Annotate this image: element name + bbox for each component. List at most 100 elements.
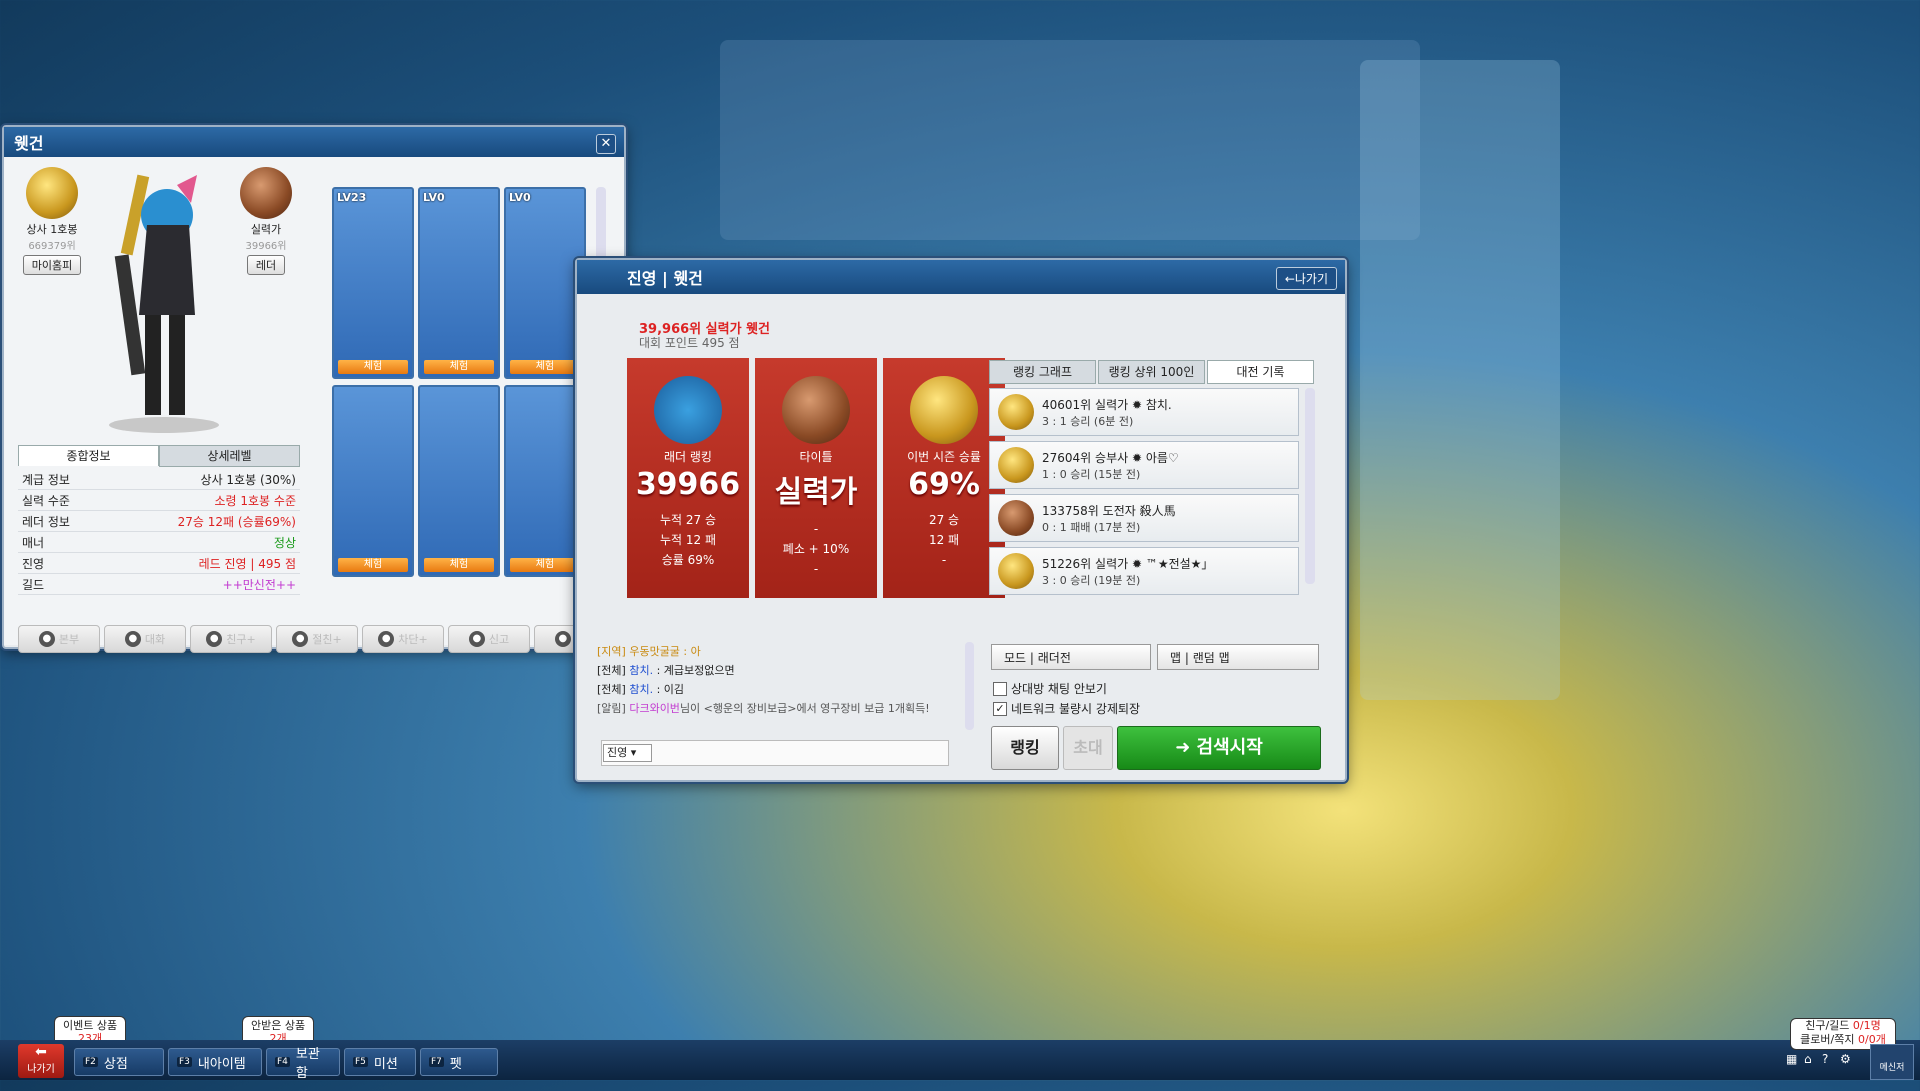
shop-button[interactable]: F2 상점 bbox=[74, 1048, 164, 1076]
list-item[interactable]: 133758위 도전자 殺人馬 0 : 1 패배 (17분 전) bbox=[989, 494, 1299, 542]
exit-button[interactable]: ←나가기 bbox=[1275, 267, 1337, 290]
myhome-button[interactable]: 마이홈피 bbox=[22, 255, 82, 275]
add-friend-button[interactable]: ● 친구+ bbox=[190, 625, 272, 653]
trial-button[interactable]: 체험 bbox=[510, 360, 580, 374]
my-items-button[interactable]: F3 내아이템 bbox=[168, 1048, 262, 1076]
slot-5[interactable]: 체험 bbox=[418, 385, 500, 577]
exit-game-button[interactable]: ⬅ 나가기 bbox=[18, 1044, 64, 1078]
trial-button[interactable]: 체험 bbox=[338, 558, 408, 572]
invite-button[interactable]: 초대 bbox=[1063, 726, 1113, 770]
match-tabs: 랭킹 그래프 랭킹 상위 100인 대전 기록 bbox=[989, 360, 1314, 384]
report-label: 신고 bbox=[488, 633, 510, 646]
block-label: 차단+ bbox=[398, 633, 428, 646]
class-rank-box: 상사 1호봉 669379위 마이홈피 bbox=[12, 167, 92, 275]
season-emblem-icon bbox=[910, 376, 978, 444]
list-item[interactable]: 51226위 실력가 ✹ ™★전설★」 3 : 0 승리 (19분 전) bbox=[989, 547, 1299, 595]
search-start-button[interactable]: ➜ 검색시작 bbox=[1117, 726, 1321, 770]
chat-label: 대화 bbox=[144, 633, 166, 646]
skill-rank-label: 실력가 bbox=[250, 223, 282, 236]
trial-button[interactable]: 체험 bbox=[338, 360, 408, 374]
match-window: 진영 | 웻건 ←나가기 39,966위 실력가 웻건 대회 포인트 495 점… bbox=[575, 258, 1347, 782]
card-line: 폐소 + 10% bbox=[782, 542, 850, 556]
ladder-button[interactable]: 레더 bbox=[246, 255, 286, 275]
opt-kick-bad-network[interactable]: ✓ 네트워크 불량시 강제퇴장 bbox=[993, 700, 1140, 717]
close-button[interactable]: ✕ bbox=[596, 134, 616, 154]
rank-medal-icon bbox=[998, 500, 1034, 536]
character-portrait bbox=[109, 174, 219, 433]
trial-button[interactable]: 체험 bbox=[510, 558, 580, 572]
fkey-label: F2 bbox=[83, 1057, 98, 1067]
map-select[interactable]: 맵 | 랜덤 맵 bbox=[1157, 644, 1319, 670]
season-winrate-card: 이번 시즌 승률 69% 27 승 12 패 - bbox=[883, 358, 1005, 598]
back-arrow-icon: ⬅ bbox=[35, 1044, 47, 1060]
block-icon: ● bbox=[378, 631, 395, 647]
slot-6[interactable]: 체험 bbox=[504, 385, 586, 577]
tab-general-info[interactable]: 종합정보 bbox=[18, 445, 159, 466]
history-result: 3 : 0 승리 (19분 전) bbox=[1042, 573, 1141, 587]
chat-scrollbar[interactable] bbox=[965, 642, 974, 730]
table-row: 실력 수준 소령 1호봉 수준 bbox=[18, 489, 300, 511]
chat-input[interactable] bbox=[601, 740, 949, 766]
report-icon: ● bbox=[468, 631, 485, 647]
hq-button[interactable]: ● 본부 bbox=[18, 625, 100, 653]
chat-line: [전체] 참치. : 이김 bbox=[597, 680, 947, 699]
info-value: 소령 1호봉 수준 bbox=[104, 489, 300, 511]
hq-label: 본부 bbox=[58, 633, 80, 646]
title-card: 타이틀 실력가 - 폐소 + 10% - bbox=[755, 358, 877, 598]
mission-button[interactable]: F5 미션 bbox=[344, 1048, 416, 1076]
slot-2[interactable]: LV0 체험 bbox=[418, 187, 500, 379]
info-key: 계급 정보 bbox=[18, 469, 105, 490]
checkbox-hide-chat[interactable] bbox=[993, 681, 1007, 696]
home-icon[interactable]: ⌂ bbox=[1804, 1052, 1818, 1066]
friend-label: 친구/길드 bbox=[1805, 1019, 1850, 1032]
card-label: 래더 랭킹 bbox=[664, 450, 712, 464]
skill-rank-box: 실력가 39966위 레더 bbox=[226, 167, 306, 275]
card-label: 타이틀 bbox=[799, 450, 833, 464]
class-medal-icon bbox=[26, 167, 78, 219]
tab-match-history[interactable]: 대전 기록 bbox=[1207, 360, 1314, 384]
list-item[interactable]: 27604위 승부사 ✹ 아름♡ 1 : 0 승리 (15분 전) bbox=[989, 441, 1299, 489]
trial-button[interactable]: 체험 bbox=[424, 360, 494, 374]
list-item[interactable]: 40601위 실력가 ✹ 참치. 3 : 1 승리 (6분 전) bbox=[989, 388, 1299, 436]
info-value: ++만신전++ bbox=[104, 573, 300, 595]
slot-4[interactable]: 체험 bbox=[332, 385, 414, 577]
tab-ranking-graph[interactable]: 랭킹 그래프 bbox=[989, 360, 1096, 384]
ranking-button[interactable]: 랭킹 bbox=[991, 726, 1059, 770]
profile-window: 웻건 ✕ 상사 1호봉 669379위 마이홈피 실력가 39966위 레더 L… bbox=[2, 125, 626, 653]
history-opponent: 27604위 승부사 ✹ 아름♡ bbox=[1042, 450, 1179, 465]
profile-action-row: ●본부 ●대화 ●친구+ ●절친+ ●차단+ ●신고 ●찬화 bbox=[18, 625, 616, 653]
table-row: 레더 정보 27승 12패 (승률69%) bbox=[18, 510, 300, 532]
report-button[interactable]: ● 신고 bbox=[448, 625, 530, 653]
history-result: 1 : 0 승리 (15분 전) bbox=[1042, 467, 1141, 481]
pet-button[interactable]: F7 펫 bbox=[420, 1048, 498, 1076]
history-result: 0 : 1 패배 (17분 전) bbox=[1042, 520, 1141, 534]
storage-button[interactable]: F4 보관함 bbox=[266, 1047, 340, 1081]
card-label: 이번 시즌 승률 bbox=[907, 450, 981, 464]
chat-channel-select[interactable]: 진영 ▾ bbox=[603, 744, 652, 762]
checkbox-kick-bad-network[interactable]: ✓ bbox=[993, 701, 1007, 716]
block-button[interactable]: ● 차단+ bbox=[362, 625, 444, 653]
help-icon[interactable]: ? bbox=[1822, 1052, 1836, 1066]
chat-line: [알림] 다크와이번님이 <행운의 장비보급>에서 영구장비 보급 1개획득! bbox=[597, 699, 947, 718]
slot-1[interactable]: LV23 체험 bbox=[332, 187, 414, 379]
profile-tabs: 종합정보 상세레벨 bbox=[18, 445, 300, 467]
mode-select[interactable]: 모드 | 래더전 bbox=[991, 644, 1151, 670]
info-value: 정상 bbox=[104, 531, 300, 553]
grid-icon[interactable]: ▦ bbox=[1786, 1052, 1800, 1066]
trial-button[interactable]: 체험 bbox=[424, 558, 494, 572]
my-items-label: 내아이템 bbox=[197, 1056, 246, 1072]
messenger-button[interactable]: 메신저 bbox=[1870, 1044, 1914, 1080]
chat-line: [지역] 우동맛굴굴 : 아 bbox=[597, 642, 947, 661]
add-bestfriend-button[interactable]: ● 절친+ bbox=[276, 625, 358, 653]
slot-3[interactable]: LV0 체험 bbox=[504, 187, 586, 379]
card-line: 12 패 bbox=[928, 533, 960, 547]
opt-hide-chat[interactable]: 상대방 채팅 안보기 bbox=[993, 680, 1107, 697]
gear-icon[interactable]: ⚙ bbox=[1840, 1052, 1854, 1066]
chat-tag: [알림] bbox=[597, 702, 626, 715]
chat-button[interactable]: ● 대화 bbox=[104, 625, 186, 653]
tab-top-100[interactable]: 랭킹 상위 100인 bbox=[1098, 360, 1205, 384]
info-key: 진영 bbox=[18, 552, 105, 574]
info-value: 상사 1호봉 (30%) bbox=[104, 469, 300, 490]
history-scrollbar[interactable] bbox=[1305, 388, 1315, 584]
tab-detail-level[interactable]: 상세레벨 bbox=[159, 445, 300, 467]
